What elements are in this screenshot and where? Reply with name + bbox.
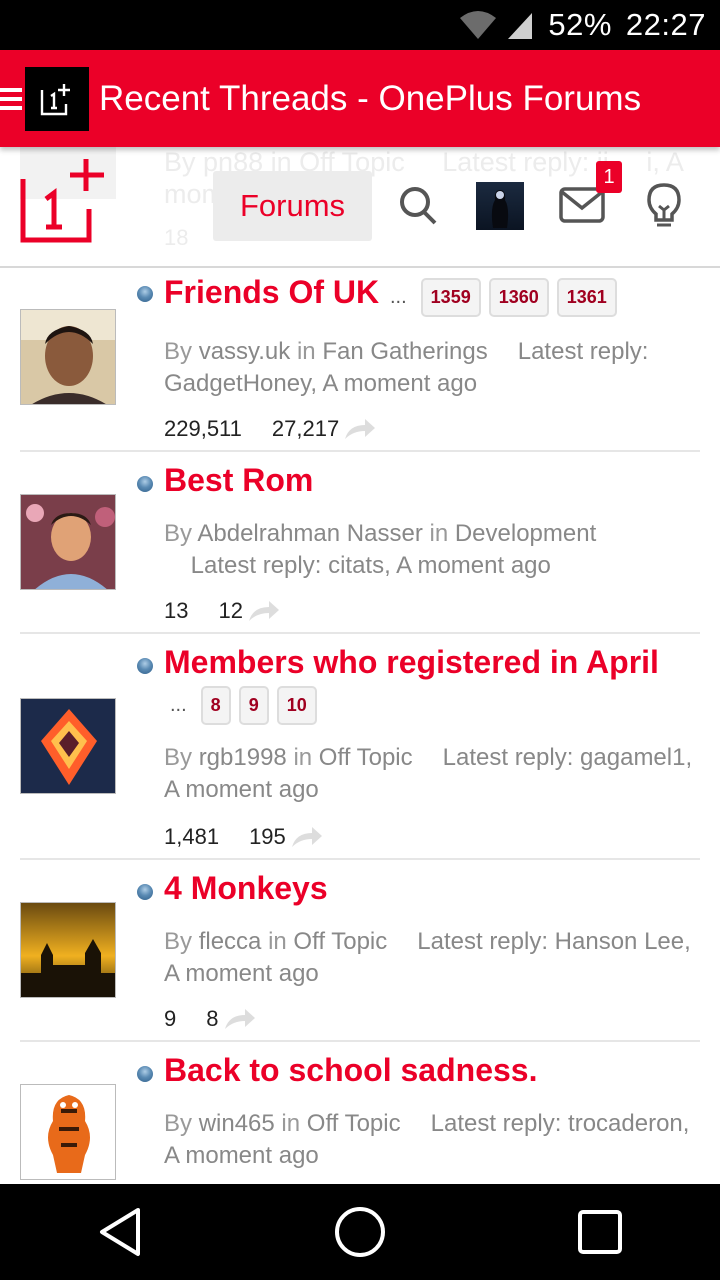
author-avatar[interactable] [20, 494, 116, 590]
oneplus-brand-logo[interactable] [20, 157, 110, 243]
forum-link[interactable]: Fan Gatherings [322, 338, 487, 365]
author-avatar[interactable] [20, 698, 116, 794]
wifi-icon [460, 11, 497, 39]
page-link[interactable]: 8 [200, 686, 231, 725]
app-title: Recent Threads - OnePlus Forums [99, 78, 642, 118]
hidden-thread-replies: 18 [164, 225, 189, 250]
thread-meta: By win465 in Off Topic Latest reply: troc… [164, 1110, 690, 1169]
oneplus-logo-icon [40, 83, 70, 115]
back-icon[interactable] [60, 1184, 180, 1280]
thread-status-dot [137, 658, 153, 674]
oneplus-app-logo[interactable] [25, 66, 89, 131]
share-icon[interactable] [343, 417, 377, 441]
home-icon[interactable] [300, 1184, 420, 1280]
pagination-ellipsis: ... [170, 694, 187, 716]
author-avatar[interactable] [20, 309, 116, 405]
reply-count: 229,511 [164, 416, 242, 441]
view-count: 27,217 [271, 416, 340, 441]
battery-percent: 52% [548, 7, 612, 42]
thread-title[interactable]: Best Rom [164, 462, 313, 499]
forums-button[interactable]: Forums [213, 171, 372, 241]
thread-title[interactable]: Friends Of UK [164, 274, 379, 311]
forum-link[interactable]: Off Topic [319, 744, 413, 771]
thread-meta: By Abdelrahman Nasser in Development Lat… [164, 520, 597, 579]
thread-item[interactable]: Best Rom By Abdelrahman Nasser in Develo… [20, 452, 700, 634]
share-icon[interactable] [223, 1007, 257, 1031]
thread-list: Friends Of UK ... 1359 1360 1361 By vass… [20, 270, 700, 1192]
author-avatar[interactable] [20, 902, 116, 998]
page-link[interactable]: 10 [276, 686, 317, 725]
pagination-ellipsis: ... [390, 286, 407, 308]
thread-status-dot [137, 1066, 153, 1082]
forum-link[interactable]: Off Topic [307, 1110, 401, 1137]
thread-item[interactable]: Friends Of UK ... 1359 1360 1361 By vass… [20, 270, 700, 452]
forum-link[interactable]: Off Topic [293, 928, 387, 955]
author-link[interactable]: rgb1998 [199, 744, 287, 771]
author-link[interactable]: vassy.uk [199, 338, 291, 365]
search-icon[interactable] [396, 183, 440, 227]
author-link[interactable]: flecca [199, 928, 262, 955]
share-icon[interactable] [247, 599, 281, 623]
view-count: 195 [249, 824, 286, 849]
thread-status-dot [137, 476, 153, 492]
page-link[interactable]: 1360 [488, 278, 549, 317]
thread-stats: 13 12 [164, 598, 281, 624]
thread-meta: By flecca in Off Topic Latest reply: Hans… [164, 928, 691, 987]
thread-status-dot [137, 286, 153, 302]
page-link[interactable]: 9 [238, 686, 269, 725]
view-count: 12 [218, 598, 243, 623]
reply-count: 9 [164, 1006, 177, 1031]
thread-item[interactable]: 4 Monkeys By flecca in Off Topic Latest r… [20, 860, 700, 1042]
thread-stats: 9 8 [164, 1006, 257, 1032]
forum-link[interactable]: Development [455, 520, 596, 547]
notification-badge: 1 [596, 161, 622, 193]
thread-item[interactable]: Members who registered in April ... 8 9 … [20, 634, 700, 860]
author-avatar[interactable] [20, 1084, 116, 1180]
thread-title[interactable]: Back to school sadness. [164, 1052, 537, 1089]
status-bar: 52% 22:27 [0, 0, 720, 50]
thread-title[interactable]: 4 Monkeys [164, 870, 328, 907]
menu-icon[interactable] [0, 84, 22, 114]
author-link[interactable]: Abdelrahman Nasser [197, 520, 422, 547]
reply-count: 13 [164, 598, 189, 623]
reply-count: 1,481 [164, 824, 220, 849]
latest-reply-link[interactable]: GadgetHoney, A moment ago [164, 370, 477, 397]
page-link[interactable]: 1361 [556, 278, 617, 317]
page-link[interactable]: 1359 [420, 278, 481, 317]
app-bar: Recent Threads - OnePlus Forums [0, 50, 720, 147]
system-nav-bar [0, 1184, 720, 1280]
thread-item[interactable]: Back to school sadness. By win465 in Off… [20, 1042, 700, 1192]
forum-header: By pn88 in Off Topic Latest reply: ji i,… [0, 147, 720, 268]
share-icon[interactable] [290, 825, 324, 849]
clock: 22:27 [625, 7, 706, 42]
thread-meta: By vassy.uk in Fan Gatherings Latest repl… [164, 338, 649, 397]
signal-icon [508, 13, 533, 39]
thread-meta: By rgb1998 in Off Topic Latest reply: gag… [164, 744, 693, 803]
thread-stats: 229,511 27,217 [164, 416, 377, 442]
author-link[interactable]: win465 [199, 1110, 275, 1137]
thread-pagination: ... 1359 1360 1361 [390, 278, 617, 317]
latest-reply-link[interactable]: citats, A moment ago [328, 552, 551, 579]
user-avatar[interactable] [476, 182, 524, 230]
thread-title[interactable]: Members who registered in April [164, 644, 659, 681]
recents-icon[interactable] [540, 1184, 660, 1280]
thread-stats: 1,481 195 [164, 824, 324, 850]
view-count: 8 [206, 1006, 219, 1031]
thread-status-dot [137, 884, 153, 900]
thread-pagination: ... 8 9 10 [170, 686, 317, 725]
lightbulb-icon[interactable] [644, 181, 684, 231]
